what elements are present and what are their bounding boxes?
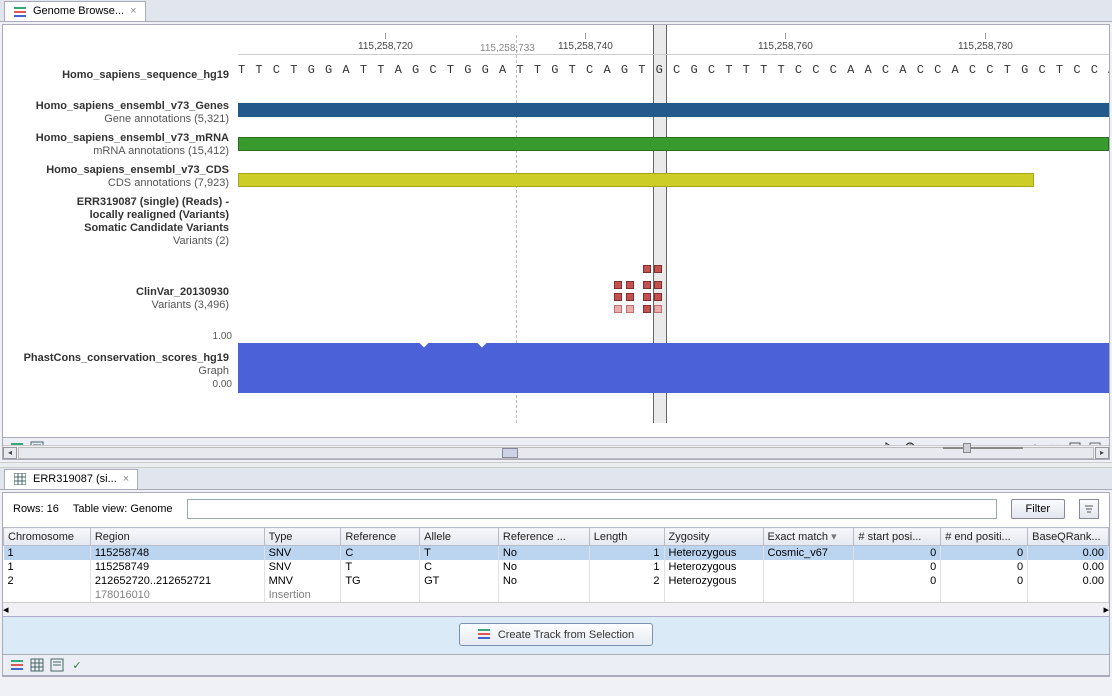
table-icon: [13, 472, 27, 486]
zoom-slider[interactable]: [943, 447, 1023, 449]
gene-bar[interactable]: [238, 103, 1109, 117]
table-row[interactable]: 2212652720..212652721MNVTGGTNo2Heterozyg…: [4, 574, 1109, 588]
table-view-label: Table view: Genome: [73, 503, 173, 515]
overview-icon[interactable]: [49, 657, 65, 673]
scroll-left-icon[interactable]: ◂: [3, 447, 17, 459]
variant-table[interactable]: Chromosome Region Type Reference Allele …: [3, 527, 1109, 602]
phastcons-graph[interactable]: 1.00 0.00: [238, 333, 1109, 393]
create-track-label: Create Track from Selection: [498, 629, 634, 641]
close-icon[interactable]: ×: [130, 5, 136, 17]
th-ref-allele[interactable]: Reference ...: [498, 528, 589, 546]
clinvar-variant[interactable]: [626, 305, 634, 313]
clinvar-variant[interactable]: [614, 293, 622, 301]
clinvar-variant[interactable]: [626, 293, 634, 301]
th-exact-match[interactable]: Exact match ▾: [763, 528, 854, 546]
rows-count: Rows: 16: [13, 503, 59, 515]
filter-row: Rows: 16 Table view: Genome Filter: [3, 493, 1109, 527]
variant-table-pane: Rows: 16 Table view: Genome Filter Chrom…: [2, 492, 1110, 677]
position-ruler[interactable]: 115,258,720 115,258,740 115,258,760 115,…: [238, 33, 1109, 55]
track-view-icon[interactable]: [9, 657, 25, 673]
th-end-pos[interactable]: # end positi...: [941, 528, 1028, 546]
th-length[interactable]: Length: [589, 528, 664, 546]
tab-title: ERR319087 (si...: [33, 473, 117, 485]
track-mrna-sub: mRNA annotations (15,412): [3, 145, 229, 158]
th-reference[interactable]: Reference: [341, 528, 420, 546]
clinvar-variant[interactable]: [614, 305, 622, 313]
track-err-name1: ERR319087 (single) (Reads) -: [3, 196, 229, 209]
track-err-name3: Somatic Candidate Variants: [3, 222, 229, 235]
graph-max-label: 1.00: [202, 331, 232, 342]
sort-desc-icon: ▾: [831, 531, 837, 543]
tracks-content[interactable]: T T C T G G A T T A G C T G G A T T G T …: [238, 55, 1109, 423]
graph-fill: [238, 343, 1109, 393]
track-mrna-name: Homo_sapiens_ensembl_v73_mRNA: [3, 132, 229, 145]
tab-genome-browser[interactable]: Genome Browse... ×: [4, 1, 146, 21]
track-seq-name: Homo_sapiens_sequence_hg19: [3, 69, 229, 82]
graph-min-label: 0.00: [202, 379, 232, 390]
cds-bar[interactable]: [238, 173, 1034, 187]
th-baseqrank[interactable]: BaseQRank...: [1028, 528, 1109, 546]
track-cds-name: Homo_sapiens_ensembl_v73_CDS: [3, 164, 229, 177]
browser-tabbar: Genome Browse... ×: [0, 0, 1112, 22]
clinvar-variant[interactable]: [654, 293, 662, 301]
filter-options-icon[interactable]: [1079, 499, 1099, 519]
th-allele[interactable]: Allele: [420, 528, 499, 546]
clinvar-variant[interactable]: [643, 305, 651, 313]
th-type[interactable]: Type: [264, 528, 341, 546]
track-icon: [478, 627, 490, 642]
create-track-row: Create Track from Selection: [3, 616, 1109, 654]
table-tabbar: ERR319087 (si... ×: [0, 468, 1112, 490]
track-phast-name: PhastCons_conservation_scores_hg19: [3, 352, 229, 365]
table-row[interactable]: 178016010Insertion: [4, 588, 1109, 602]
filter-input[interactable]: [187, 499, 997, 519]
somatic-variant[interactable]: [654, 265, 662, 273]
track-genes-sub: Gene annotations (5,321): [3, 113, 229, 126]
genome-browser-area[interactable]: 115,258,733 115,258,720 115,258,740 115,…: [3, 25, 1109, 423]
create-track-button[interactable]: Create Track from Selection: [459, 623, 653, 646]
mrna-bar[interactable]: [238, 137, 1109, 151]
close-icon[interactable]: ×: [123, 473, 129, 485]
track-genes-name: Homo_sapiens_ensembl_v73_Genes: [3, 100, 229, 113]
th-start-pos[interactable]: # start posi...: [854, 528, 941, 546]
th-chromosome[interactable]: Chromosome: [4, 528, 91, 546]
filter-button[interactable]: Filter: [1011, 499, 1065, 519]
clinvar-variant[interactable]: [626, 281, 634, 289]
somatic-variant[interactable]: [643, 265, 651, 273]
scroll-left-icon[interactable]: ◂: [3, 603, 9, 616]
th-zygosity[interactable]: Zygosity: [664, 528, 763, 546]
sequence-row: T T C T G G A T T A G C T G G A T T G T …: [238, 63, 1109, 77]
track-clinvar-sub: Variants (3,496): [3, 299, 229, 312]
th-region[interactable]: Region: [90, 528, 264, 546]
clinvar-variant[interactable]: [654, 305, 662, 313]
tab-title: Genome Browse...: [33, 5, 124, 17]
table-hscroll[interactable]: ◂ ▸: [3, 602, 1109, 616]
table-view-icon[interactable]: [29, 657, 45, 673]
table-toolbar: ✓: [3, 654, 1109, 676]
track-icon: [13, 4, 27, 18]
clinvar-variant[interactable]: [614, 281, 622, 289]
genome-browser-pane: 115,258,733 115,258,720 115,258,740 115,…: [2, 24, 1110, 460]
track-clinvar-name: ClinVar_20130930: [3, 286, 229, 299]
table-header-row[interactable]: Chromosome Region Type Reference Allele …: [4, 528, 1109, 546]
track-cds-sub: CDS annotations (7,923): [3, 177, 229, 190]
track-err-name2: locally realigned (Variants): [3, 209, 229, 222]
track-err-sub: Variants (2): [3, 235, 229, 248]
tab-err-table[interactable]: ERR319087 (si... ×: [4, 469, 138, 489]
scroll-right-icon[interactable]: ▸: [1103, 603, 1109, 616]
table-row[interactable]: 1115258749SNVTCNo1Heterozygous000.00: [4, 560, 1109, 574]
track-phast-sub: Graph: [3, 365, 229, 378]
table-row[interactable]: 1115258748SNVCTNo1HeterozygousCosmic_v67…: [4, 546, 1109, 561]
clinvar-variant[interactable]: [643, 281, 651, 289]
clinvar-variant[interactable]: [654, 281, 662, 289]
scroll-right-icon[interactable]: ▸: [1095, 447, 1109, 459]
clinvar-variant[interactable]: [643, 293, 651, 301]
check-icon[interactable]: ✓: [69, 657, 85, 673]
